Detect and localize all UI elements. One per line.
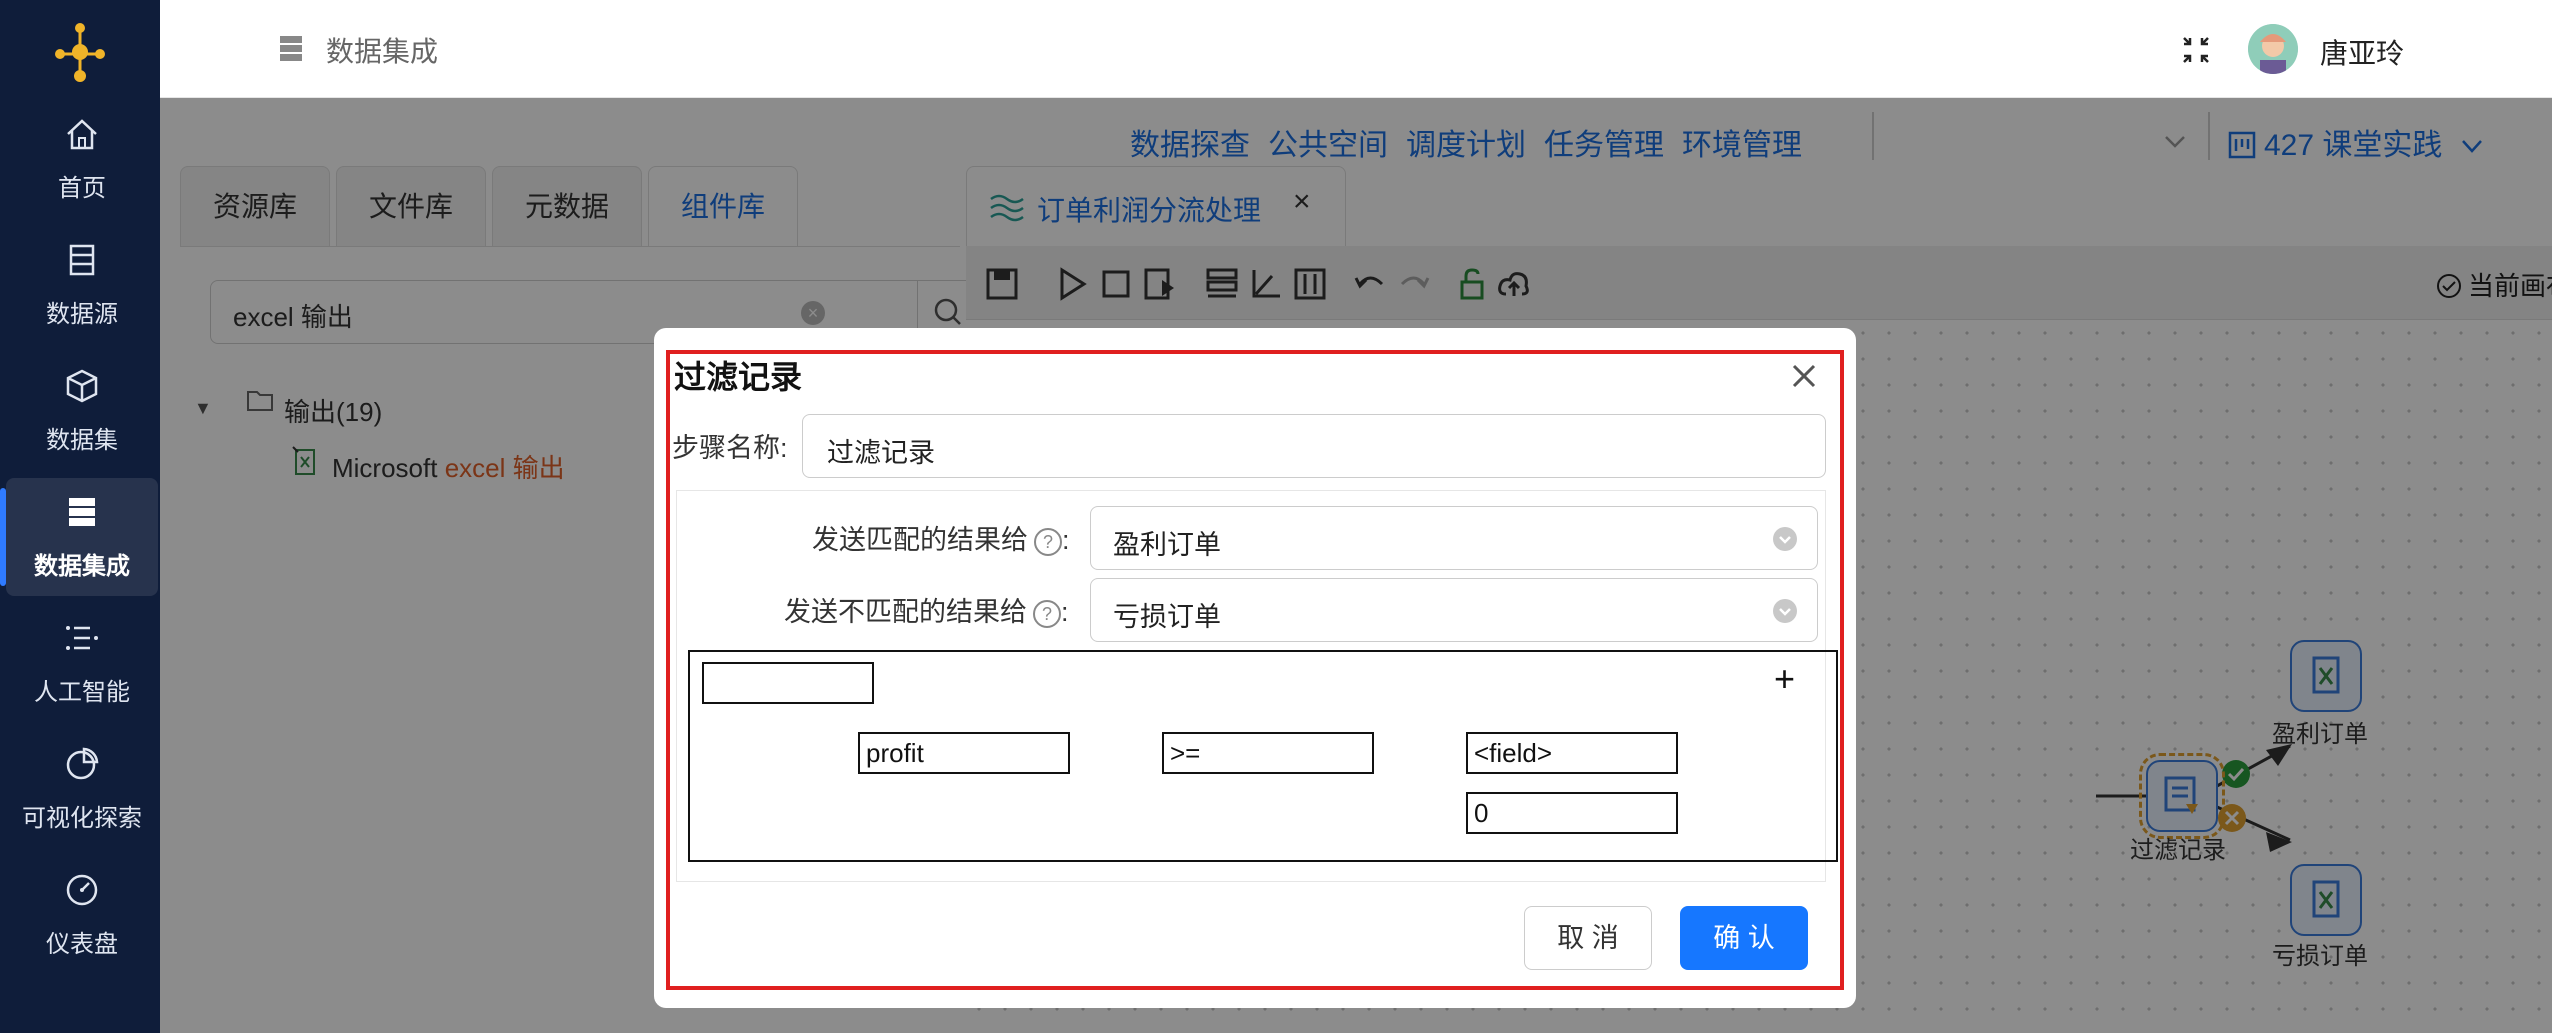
sidebar-item-label: 数据集 (46, 427, 118, 454)
chevron-down-icon (1773, 599, 1797, 623)
cancel-button[interactable]: 取 消 (1524, 906, 1652, 970)
database-icon (280, 36, 302, 61)
help-icon[interactable]: ? (1034, 527, 1062, 556)
sidebar-item-home[interactable]: 首页 (6, 100, 158, 218)
help-icon[interactable]: ? (1033, 599, 1061, 628)
send-match-label: 发送匹配的结果给?: (812, 518, 1070, 557)
condition-field-input[interactable]: profit (858, 732, 1070, 774)
dialog-title: 过滤记录 (674, 359, 803, 395)
pie-chart-icon (66, 747, 99, 780)
condition-negate-box[interactable] (702, 662, 874, 704)
sidebar-item-datasource[interactable]: 数据源 (6, 226, 158, 344)
avatar[interactable] (2248, 24, 2298, 74)
label-colon: : (1061, 597, 1069, 627)
sidebar-item-visual-explore[interactable]: 可视化探索 (6, 730, 158, 848)
sidebar-item-dashboard[interactable]: 仪表盘 (6, 856, 158, 974)
sidebar-item-ai[interactable]: 人工智能 (6, 604, 158, 722)
page-title: 数据集成 (326, 36, 439, 67)
add-condition-icon[interactable]: + (1774, 658, 1795, 700)
sidebar-item-label: 可视化探索 (22, 805, 142, 832)
fullscreen-icon[interactable] (2176, 30, 2216, 70)
home-icon (67, 119, 97, 150)
sidebar-item-data-integration[interactable]: 数据集成 (0, 478, 158, 596)
datasource-icon (69, 244, 95, 276)
cube-icon (66, 369, 98, 403)
sidebar-item-label: 数据集成 (34, 553, 130, 580)
ai-icon (66, 626, 98, 650)
user-name[interactable]: 唐亚玲 (2320, 32, 2404, 72)
send-match-text: 发送匹配的结果给 (812, 525, 1028, 555)
app-logo[interactable] (44, 18, 116, 86)
close-icon[interactable] (1784, 356, 1824, 396)
label-colon: : (1062, 525, 1070, 555)
send-nomatch-label: 发送不匹配的结果给?: (784, 590, 1069, 629)
condition-value-input[interactable]: 0 (1466, 792, 1678, 834)
chevron-down-icon (1773, 527, 1797, 551)
sidebar-item-label: 数据源 (46, 301, 118, 328)
send-match-select[interactable]: 盈利订单 (1090, 506, 1818, 570)
sidebar-item-label: 人工智能 (34, 679, 130, 706)
step-name-label: 步骤名称: (672, 433, 788, 463)
sidebar: 首页 数据源 数据集 数据集成 人工智能 可视化探索 仪表盘 (0, 0, 160, 1033)
step-name-input[interactable]: 过滤记录 (802, 414, 1826, 478)
sidebar-item-label: 仪表盘 (46, 931, 118, 958)
send-nomatch-select[interactable]: 亏损订单 (1090, 578, 1818, 642)
select-value: 盈利订单 (1113, 530, 1221, 560)
dashboard-icon (66, 874, 98, 906)
filter-records-dialog: 过滤记录 步骤名称: 过滤记录 发送匹配的结果给?: 盈利订单 发送不匹配的结果… (654, 328, 1856, 1008)
select-value: 亏损订单 (1113, 602, 1221, 632)
database-icon (69, 498, 95, 526)
condition-operator-input[interactable]: >= (1162, 732, 1374, 774)
sidebar-item-label: 首页 (58, 175, 106, 202)
condition-value-field-input[interactable]: <field> (1466, 732, 1678, 774)
sidebar-item-dataset[interactable]: 数据集 (6, 352, 158, 470)
header: 数据集成 唐亚玲 (160, 0, 2552, 98)
confirm-button[interactable]: 确 认 (1680, 906, 1808, 970)
send-nomatch-text: 发送不匹配的结果给 (784, 597, 1027, 627)
step-name-value: 过滤记录 (827, 438, 935, 468)
